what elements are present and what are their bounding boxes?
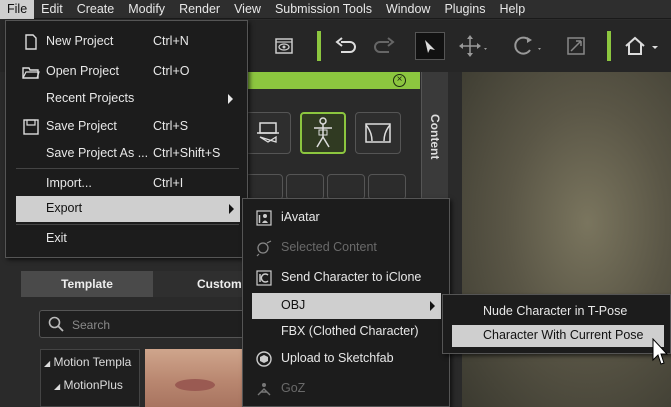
thumbnail-lips bbox=[175, 379, 215, 391]
content-tile[interactable] bbox=[368, 174, 406, 200]
menu-item-selected-content: Selected Content bbox=[243, 235, 449, 261]
figure-icon bbox=[314, 117, 332, 148]
menu-file[interactable]: File bbox=[0, 0, 35, 19]
undo-icon[interactable] bbox=[334, 35, 358, 57]
move-tool-icon[interactable] bbox=[458, 35, 490, 57]
menu-item-save-project[interactable]: Save Project Ctrl+S bbox=[6, 114, 247, 140]
template-tile-clothing[interactable] bbox=[245, 112, 291, 154]
goz-icon bbox=[257, 383, 271, 396]
menu-item-fbx[interactable]: FBX (Clothed Character) bbox=[243, 319, 449, 345]
menu-modify[interactable]: Modify bbox=[121, 0, 172, 19]
obj-submenu: Nude Character in T-Pose Character With … bbox=[442, 294, 671, 354]
search-placeholder: Search bbox=[72, 318, 111, 332]
menu-view[interactable]: View bbox=[227, 0, 268, 19]
expand-triangle-icon: ◢ bbox=[44, 359, 51, 368]
menu-item-upload-sketchfab[interactable]: Upload to Sketchfab bbox=[243, 346, 449, 372]
tree-item-motionplus[interactable]: ◢ MotionPlus bbox=[54, 378, 123, 392]
selected-content-icon bbox=[256, 240, 272, 257]
tree-item-label: Motion Templa bbox=[53, 355, 132, 369]
save-icon bbox=[23, 119, 39, 135]
menu-item-recent-projects[interactable]: Recent Projects bbox=[6, 86, 247, 112]
iavatar-icon bbox=[256, 210, 272, 226]
menu-plugins[interactable]: Plugins bbox=[437, 0, 492, 19]
menu-separator bbox=[16, 168, 239, 169]
menu-window[interactable]: Window bbox=[379, 0, 437, 19]
menu-item-open-project[interactable]: Open Project Ctrl+O bbox=[6, 59, 247, 85]
template-tile-motion[interactable] bbox=[300, 112, 346, 154]
menu-edit[interactable]: Edit bbox=[34, 0, 70, 19]
menu-render[interactable]: Render bbox=[172, 0, 227, 19]
menu-item-new-project[interactable]: New Project Ctrl+N bbox=[6, 29, 247, 55]
content-tile[interactable] bbox=[327, 174, 365, 200]
stage-curtain-icon bbox=[365, 123, 391, 143]
sketchfab-icon bbox=[256, 351, 272, 367]
menu-item-import[interactable]: Import... Ctrl+I bbox=[6, 171, 247, 197]
home-camera-icon[interactable] bbox=[622, 35, 662, 57]
template-tile-stage[interactable] bbox=[355, 112, 401, 154]
content-tile[interactable] bbox=[245, 174, 283, 200]
redo-icon[interactable] bbox=[372, 35, 396, 57]
folder-icon bbox=[22, 67, 40, 79]
scale-tool-icon[interactable] bbox=[564, 35, 588, 57]
select-tool-icon[interactable] bbox=[415, 32, 445, 60]
close-icon[interactable]: × bbox=[393, 74, 406, 87]
file-menu: New Project Ctrl+N Open Project Ctrl+O R… bbox=[5, 20, 248, 258]
menu-item-goz: GoZ bbox=[243, 376, 449, 402]
toolbar-separator bbox=[317, 31, 321, 61]
menu-item-current-pose[interactable]: Character With Current Pose bbox=[452, 325, 664, 347]
mouse-cursor-icon bbox=[652, 338, 668, 365]
menu-item-obj[interactable]: OBJ bbox=[252, 293, 441, 319]
iclone-icon bbox=[256, 270, 272, 286]
expand-triangle-icon: ◢ bbox=[54, 382, 61, 391]
panel-header-bar: × bbox=[240, 72, 420, 89]
submenu-arrow-icon bbox=[228, 94, 233, 104]
tree-item-label: MotionPlus bbox=[63, 378, 123, 392]
3d-viewport[interactable] bbox=[462, 72, 671, 407]
toolbar-separator bbox=[607, 31, 611, 61]
submenu-arrow-icon bbox=[430, 301, 435, 311]
rotate-tool-icon[interactable] bbox=[510, 35, 544, 57]
menu-bar: File Edit Create Modify Render View Subm… bbox=[0, 0, 671, 19]
content-tile[interactable] bbox=[286, 174, 324, 200]
menu-item-send-to-iclone[interactable]: Send Character to iClone bbox=[243, 265, 449, 291]
menu-item-nude-tpose[interactable]: Nude Character in T-Pose bbox=[443, 299, 670, 325]
menu-create[interactable]: Create bbox=[70, 0, 122, 19]
character-thumbnail[interactable] bbox=[145, 349, 245, 407]
submenu-arrow-icon bbox=[229, 204, 234, 214]
menu-item-iavatar[interactable]: iAvatar bbox=[243, 205, 449, 231]
search-icon bbox=[48, 316, 64, 332]
tree-item-motion-templates[interactable]: ◢ Motion Templa bbox=[44, 355, 131, 369]
tab-template[interactable]: Template bbox=[21, 271, 153, 297]
menu-item-save-project-as[interactable]: Save Project As ... Ctrl+Shift+S bbox=[6, 141, 247, 167]
menu-item-export[interactable]: Export bbox=[16, 196, 240, 222]
menu-submission-tools[interactable]: Submission Tools bbox=[268, 0, 379, 19]
menu-help[interactable]: Help bbox=[492, 0, 532, 19]
clothing-icon bbox=[257, 122, 279, 143]
content-side-tab-label: Content bbox=[428, 114, 442, 160]
preview-icon[interactable] bbox=[272, 35, 296, 57]
menu-separator bbox=[16, 224, 239, 225]
new-project-icon bbox=[25, 34, 37, 50]
export-submenu: iAvatar Selected Content Send Character … bbox=[242, 198, 450, 407]
menu-item-exit[interactable]: Exit bbox=[6, 226, 247, 252]
